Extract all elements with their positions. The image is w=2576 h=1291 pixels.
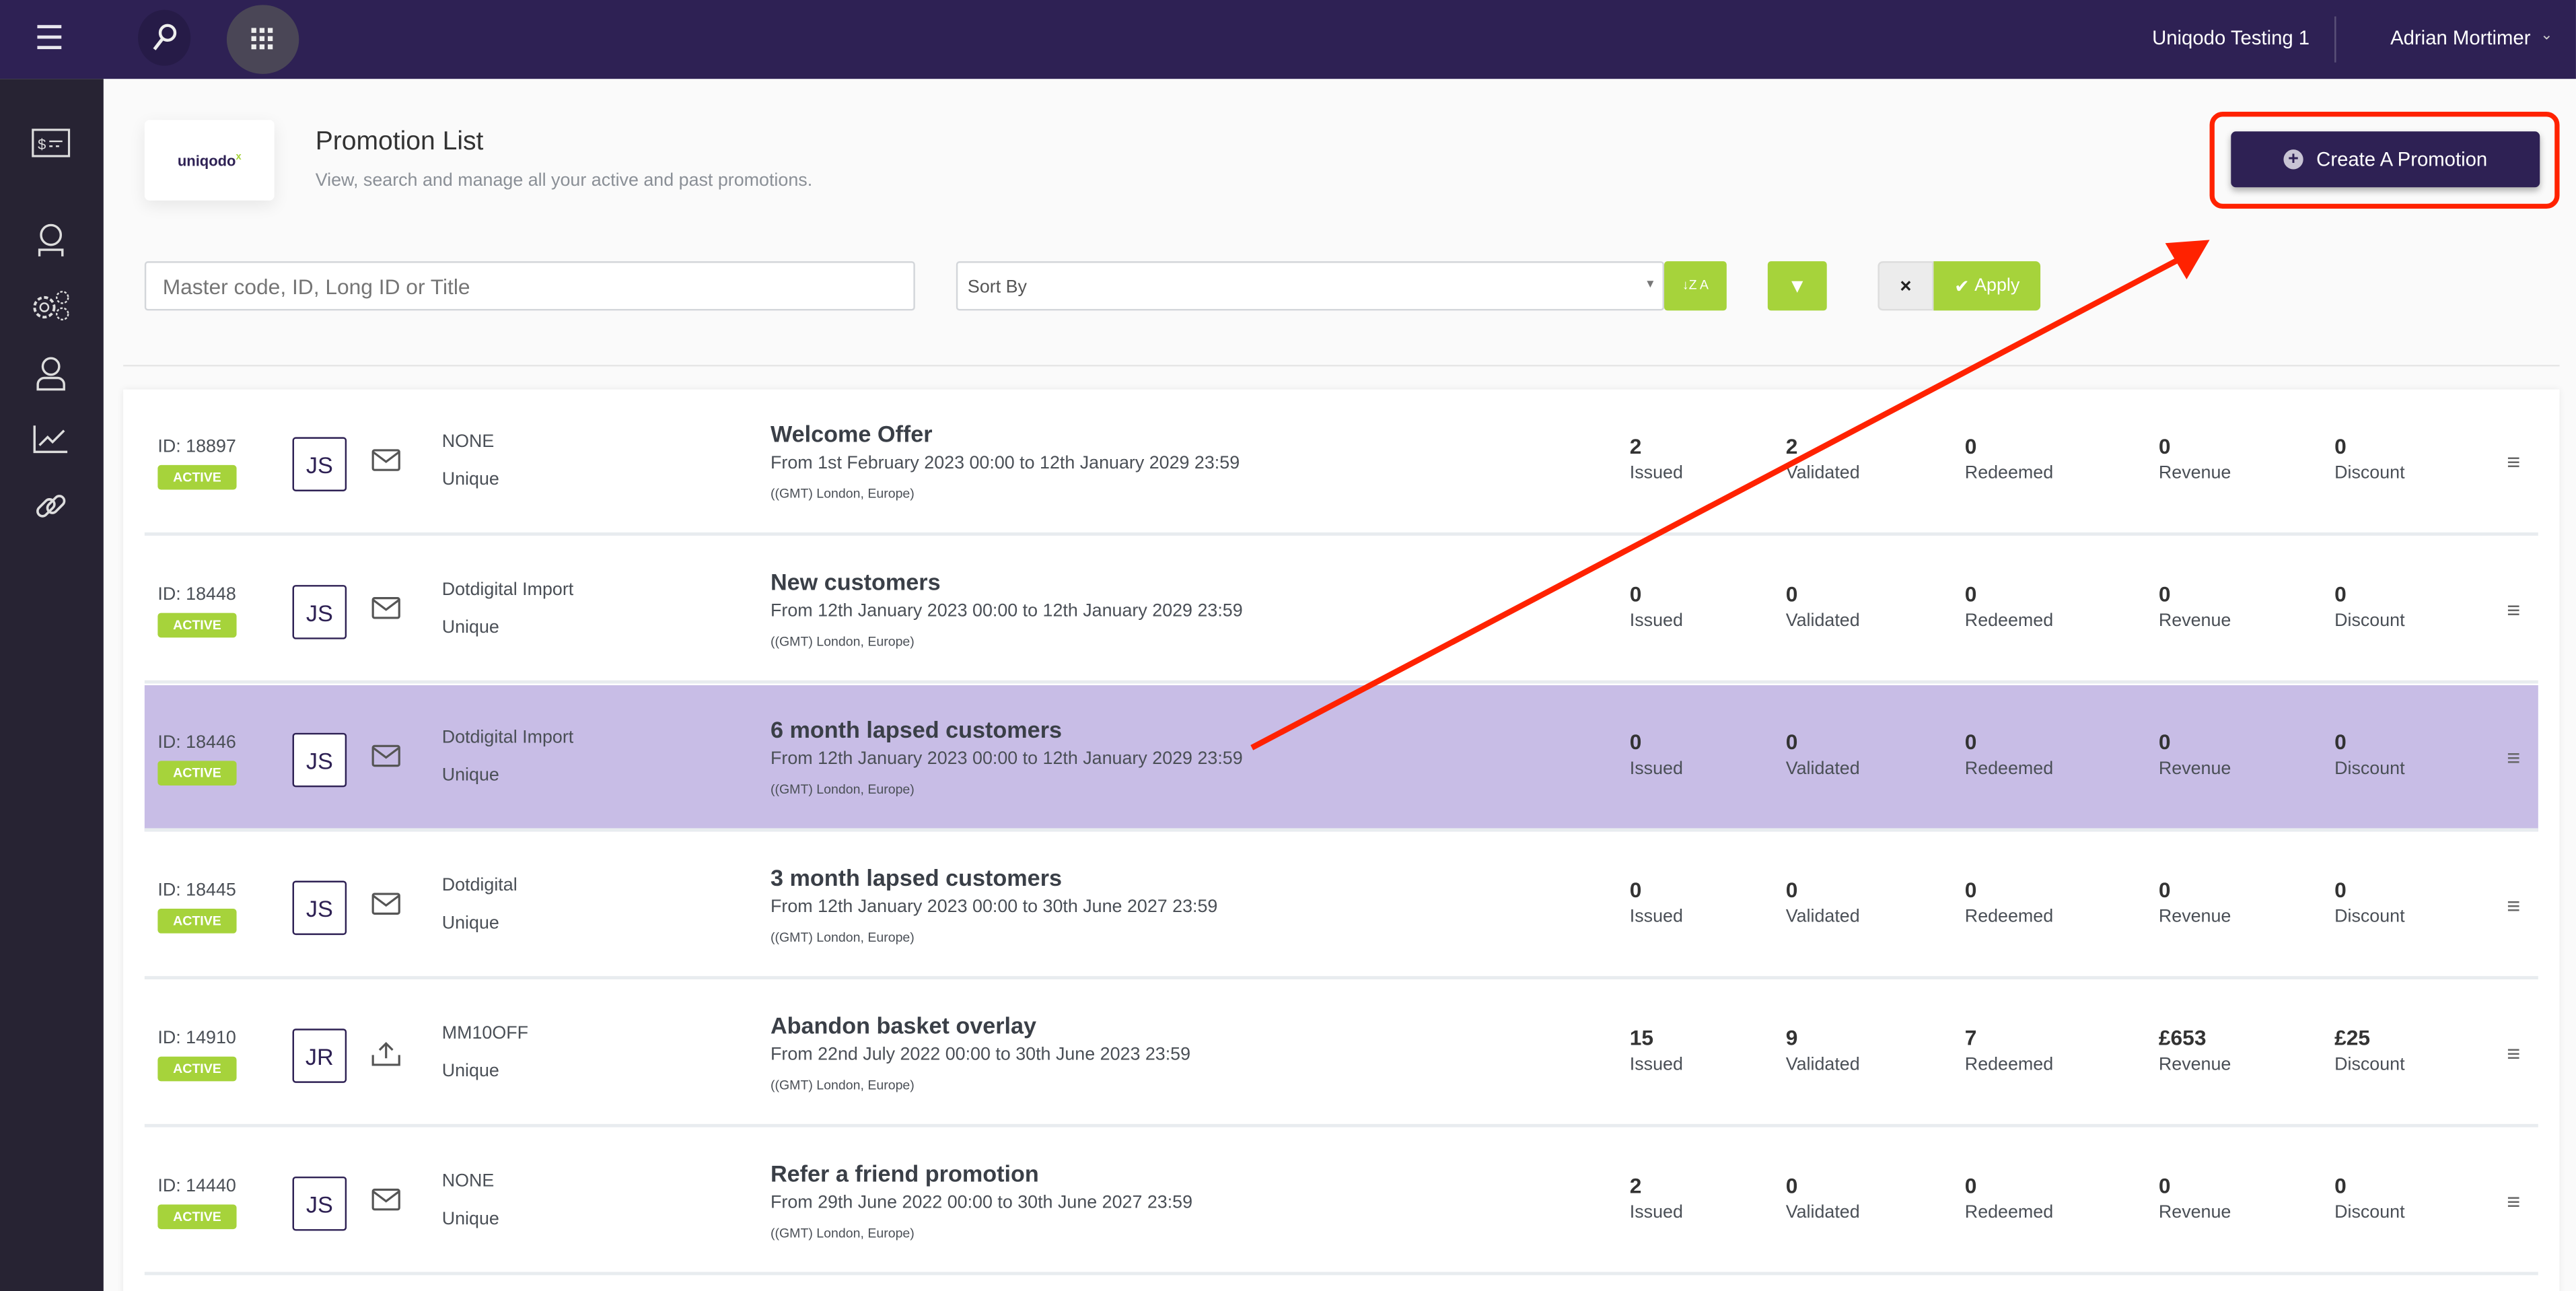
annotation-arrow [1250, 240, 2210, 751]
